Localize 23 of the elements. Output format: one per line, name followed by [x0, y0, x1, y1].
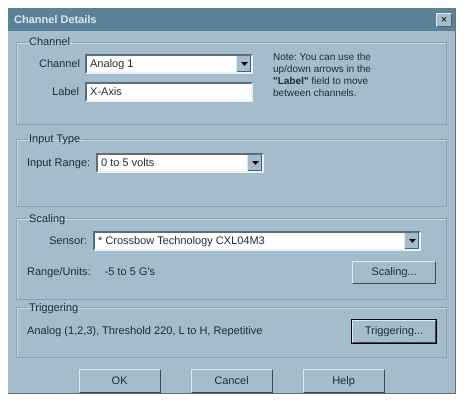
label-input-field[interactable]: X-Axis [85, 82, 253, 102]
note-text: Note: You can use the up/down arrows in the "Label" field to move between channels. [273, 52, 372, 102]
window-title: Channel Details [14, 14, 97, 26]
close-button[interactable]: × [436, 12, 452, 27]
field-label: Range/Units: [27, 266, 91, 278]
triggering-button[interactable]: Triggering... [352, 320, 436, 343]
range-units-value: -5 to 5 G's [104, 266, 156, 278]
group-title: Scaling [28, 212, 66, 225]
trigger-summary: Analog (1,2,3), Threshold 220, L to H, Repetitive [27, 325, 262, 338]
dialog-button[interactable]: Cancel [190, 369, 272, 393]
field-label: Input Range: [27, 157, 90, 170]
sensor-dropdown[interactable]: * Crossbow Technology CXL04M3 [93, 230, 421, 251]
dialog-button[interactable]: OK [78, 369, 160, 393]
group-title: Channel [28, 36, 71, 48]
field-label: Channel [39, 58, 79, 70]
scaling-button[interactable]: Scaling... [352, 260, 436, 284]
channel-dropdown[interactable]: Analog 1 [85, 54, 253, 74]
dialog-button[interactable]: Help [302, 369, 384, 393]
field-label: Label [51, 86, 79, 98]
field-label: Sensor: [48, 234, 87, 247]
group-title: Input Type [28, 133, 82, 146]
group-title: Triggering [28, 302, 80, 314]
input-range-dropdown[interactable]: 0 to 5 volts [96, 153, 264, 174]
